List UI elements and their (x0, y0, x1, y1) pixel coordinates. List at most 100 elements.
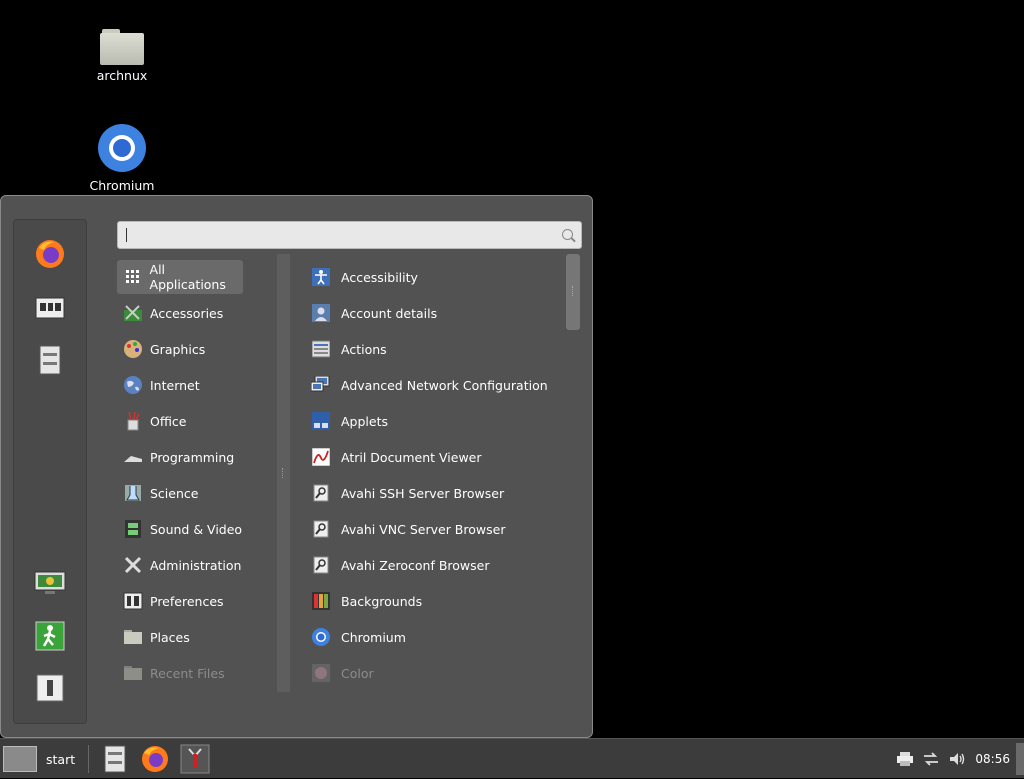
account-icon (311, 303, 331, 323)
desktop-icon-archnux[interactable]: archnux (72, 27, 172, 83)
firefox-icon (142, 746, 168, 772)
app-accessibility[interactable]: Accessibility (307, 260, 557, 294)
category-label: Programming (150, 449, 235, 465)
app-label: Chromium (341, 629, 406, 645)
file-manager-icon[interactable] (32, 342, 68, 378)
taskbar-file-manager[interactable] (98, 743, 132, 775)
search-field[interactable] (118, 222, 558, 250)
category-programming[interactable]: Programming (117, 440, 243, 474)
film-icon (123, 519, 143, 539)
category-label: Internet (150, 377, 200, 393)
app-chromium[interactable]: Chromium (307, 620, 557, 654)
category-label: Science (150, 485, 199, 501)
avahi-icon (311, 519, 331, 539)
app-avahi-vnc-server-browser[interactable]: Avahi VNC Server Browser (307, 512, 557, 546)
backgrounds-icon (311, 591, 331, 611)
shutdown-icon[interactable] (32, 670, 68, 706)
grid-icon (123, 267, 143, 287)
avahi-icon (311, 555, 331, 575)
category-sound-video[interactable]: Sound & Video (117, 512, 243, 546)
app-actions[interactable]: Actions (307, 332, 557, 366)
favorites-panel (13, 219, 87, 724)
logout-icon[interactable] (32, 618, 68, 654)
apps-scrollbar[interactable] (566, 254, 580, 330)
volume-icon[interactable] (949, 751, 965, 767)
graphics-icon (123, 339, 143, 359)
category-label: Recent Files (150, 665, 225, 681)
category-label: All Applications (149, 262, 226, 292)
category-label: Office (150, 413, 187, 429)
app-avahi-ssh-server-browser[interactable]: Avahi SSH Server Browser (307, 476, 557, 510)
app-atril-document-viewer[interactable]: Atril Document Viewer (307, 440, 557, 474)
taskbar-separator (88, 745, 89, 773)
recent-files-icon (123, 663, 143, 683)
category-office[interactable]: Office (117, 404, 243, 438)
network-icon (311, 375, 331, 395)
application-menu: All Applications Accessories Graphics In… (0, 195, 593, 738)
folder-icon (123, 627, 143, 647)
system-tray: 08:56 (897, 739, 1010, 779)
pane-divider[interactable] (277, 254, 290, 692)
accessories-icon (123, 303, 143, 323)
category-graphics[interactable]: Graphics (117, 332, 243, 366)
app-label: Avahi Zeroconf Browser (341, 557, 490, 573)
lock-screen-icon[interactable] (32, 566, 68, 602)
app-label: Backgrounds (341, 593, 423, 609)
category-internet[interactable]: Internet (117, 368, 243, 402)
taskbar-firefox[interactable] (138, 743, 172, 775)
category-label: Preferences (150, 593, 224, 609)
printer-icon[interactable] (897, 751, 914, 767)
start-button[interactable]: start (3, 743, 83, 775)
actions-icon (311, 339, 331, 359)
taskbar: start 08:56 (0, 738, 1024, 778)
start-label: start (46, 751, 76, 767)
category-accessories[interactable]: Accessories (117, 296, 243, 330)
chromium-icon (311, 627, 331, 647)
app-color[interactable]: Color (307, 656, 557, 690)
taskbar-terminal[interactable] (178, 743, 212, 775)
preferences-icon (123, 591, 143, 611)
category-preferences[interactable]: Preferences (117, 584, 243, 618)
category-label: Places (150, 629, 190, 645)
terminal-icon (180, 744, 210, 774)
science-icon (123, 483, 143, 503)
applets-icon (311, 411, 331, 431)
app-label: Avahi VNC Server Browser (341, 521, 506, 537)
category-all-applications[interactable]: All Applications (117, 260, 243, 294)
app-label: Account details (341, 305, 438, 321)
search-input[interactable] (117, 221, 582, 250)
desktop-icon-label: Chromium (89, 178, 155, 193)
app-label: Applets (341, 413, 388, 429)
globe-icon (123, 375, 143, 395)
app-label: Avahi SSH Server Browser (341, 485, 505, 501)
system-settings-icon[interactable] (32, 290, 68, 326)
app-account-details[interactable]: Account details (307, 296, 557, 330)
category-places[interactable]: Places (117, 620, 243, 654)
category-recent-files[interactable]: Recent Files (117, 656, 243, 690)
desktop-icon-chromium[interactable]: Chromium (72, 124, 172, 193)
file-manager-icon (104, 745, 126, 773)
category-label: Accessories (150, 305, 224, 321)
color-icon (311, 663, 331, 683)
app-backgrounds[interactable]: Backgrounds (307, 584, 557, 618)
category-administration[interactable]: Administration (117, 548, 243, 582)
avahi-icon (311, 483, 331, 503)
app-applets[interactable]: Applets (307, 404, 557, 438)
app-avahi-zeroconf-browser[interactable]: Avahi Zeroconf Browser (307, 548, 557, 582)
programming-icon (123, 447, 143, 467)
tools-icon (123, 555, 143, 575)
app-label: Actions (341, 341, 387, 357)
category-science[interactable]: Science (117, 476, 243, 510)
start-menu-icon (3, 746, 37, 772)
show-desktop-button[interactable] (1016, 743, 1024, 775)
app-advanced-network-configuration[interactable]: Advanced Network Configuration (307, 368, 557, 402)
clock[interactable]: 08:56 (975, 752, 1010, 766)
text-caret (126, 228, 127, 242)
app-label: Atril Document Viewer (341, 449, 482, 465)
app-label: Color (341, 665, 374, 681)
search-icon (562, 229, 573, 240)
network-icon[interactable] (923, 751, 939, 767)
firefox-icon[interactable] (32, 236, 68, 272)
chromium-icon (98, 124, 146, 172)
document-viewer-icon (311, 447, 331, 467)
